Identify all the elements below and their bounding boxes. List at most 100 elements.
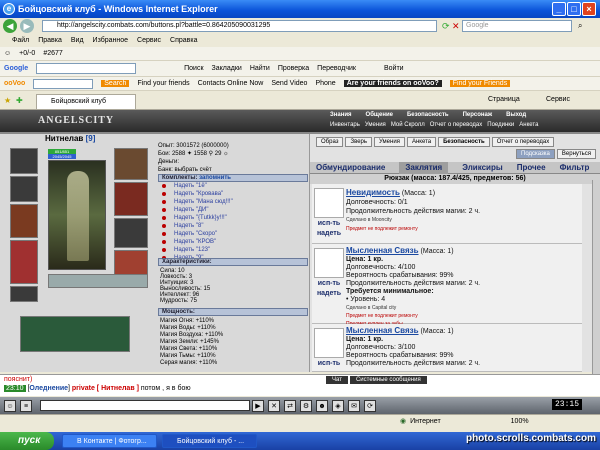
search-input[interactable]: Google (462, 20, 572, 32)
menu-tools[interactable]: Сервис (137, 37, 161, 44)
helmet-slot[interactable] (10, 148, 38, 174)
chat-sender[interactable]: Оледнение (29, 385, 68, 392)
tab-chat[interactable]: Чат (326, 376, 348, 384)
set-item[interactable]: Надеть "8" (158, 222, 308, 230)
nav-transfer-report[interactable]: Отчет о переводах (430, 122, 483, 128)
security-button[interactable]: Безопасность (438, 137, 490, 147)
google-toolbar-input[interactable] (36, 63, 137, 74)
back-icon[interactable]: ◀ (3, 19, 17, 33)
nav-character[interactable]: Персонаж (463, 112, 493, 118)
start-button[interactable]: пуск (0, 432, 54, 450)
ring-slot[interactable] (114, 218, 148, 248)
close-button[interactable]: × (582, 2, 596, 16)
set-item[interactable]: Надеть "Мана сюд!!!" (158, 198, 308, 206)
tab-other[interactable]: Прочее (517, 162, 546, 174)
menu-favorites[interactable]: Избранное (93, 37, 128, 44)
stop-icon[interactable]: ✕ (452, 21, 460, 32)
skills-button[interactable]: Умения (374, 137, 405, 147)
nav-security[interactable]: Безопасность (407, 112, 449, 118)
wear-link[interactable]: надеть (312, 230, 346, 237)
oovoo-search-button[interactable]: Search (101, 80, 130, 87)
signin-button[interactable]: Войти (384, 65, 404, 72)
use-link[interactable]: исп-ть (312, 280, 346, 287)
filter-icon[interactable]: ≡ (20, 399, 32, 412)
use-link[interactable]: исп-ть (312, 220, 346, 227)
image-button[interactable]: Образ (316, 137, 344, 147)
set-item[interactable]: Надеть "{Тutkk}у!!!" (158, 214, 308, 222)
bank-text[interactable]: Банк: выбрать счёт (158, 166, 229, 174)
save-set-link[interactable]: запомнить (199, 175, 231, 181)
nav-profile[interactable]: Анкета (519, 122, 538, 128)
refresh-icon[interactable]: ⟳ (442, 21, 450, 32)
rune-slots[interactable] (48, 274, 148, 288)
find-friends-link[interactable]: Find your friends (137, 80, 189, 87)
forward-icon[interactable]: ▶ (20, 19, 34, 33)
scroll-icon[interactable]: ✉ (348, 399, 360, 412)
item-name[interactable]: Мысленная Связь (346, 326, 419, 335)
tab-system-messages[interactable]: Системные сообщения (349, 376, 427, 384)
tab-fight-club[interactable]: Бойцовский клуб (36, 94, 136, 109)
trade-icon[interactable]: ⇄ (284, 399, 296, 412)
smile-icon[interactable]: ☺ (4, 399, 16, 412)
bookmarks-button[interactable]: Закладки (212, 65, 242, 72)
weapon-slot[interactable] (10, 204, 38, 238)
maximize-button[interactable]: □ (567, 2, 581, 16)
add-favorites-icon[interactable]: ✚ (16, 96, 23, 105)
rating-icon[interactable]: ☺ (4, 50, 11, 57)
check-button[interactable]: Проверка (278, 65, 309, 72)
refresh-chat-icon[interactable]: ⟳ (364, 399, 376, 412)
nav-inventory[interactable]: Инвентарь (330, 122, 360, 128)
send-video-link[interactable]: Send Video (271, 80, 307, 87)
earring-slot[interactable] (10, 176, 38, 202)
nav-scroll[interactable]: Мой Скролл (391, 122, 425, 128)
find-button[interactable]: Найти (250, 65, 270, 72)
translate-button[interactable]: Переводчик (317, 65, 356, 72)
menu-view[interactable]: Вид (71, 37, 84, 44)
url-input[interactable]: http://angelscity.combats.com/buttons.pl… (42, 20, 437, 32)
page-menu[interactable]: Страница (488, 96, 520, 103)
chat-input[interactable] (40, 400, 250, 411)
stats-header[interactable]: Характеристики: (158, 258, 308, 266)
find-friends-button[interactable]: Find your Friends (449, 80, 511, 87)
users-icon[interactable]: ☻ (316, 399, 328, 412)
set-item[interactable]: Надеть "ДИ" (158, 206, 308, 214)
set-item[interactable]: Надеть "Кровава" (158, 190, 308, 198)
task-fight-club[interactable]: Бойцовский клуб - ... (162, 434, 257, 448)
return-button[interactable]: Вернуться (556, 149, 597, 159)
profile-button[interactable]: Анкета (406, 137, 437, 147)
spell-slots[interactable] (20, 316, 130, 352)
zoom-level[interactable]: 100% (511, 415, 529, 429)
use-link[interactable]: исп-ть (312, 360, 346, 367)
hint-button[interactable]: Подсказка (516, 149, 555, 159)
set-item[interactable]: Надеть "КРОВ" (158, 238, 308, 246)
nav-skills[interactable]: Умения (365, 122, 386, 128)
armor-slot[interactable] (10, 240, 38, 284)
gloves-slot[interactable] (114, 148, 148, 180)
nav-fights[interactable]: Поединки (487, 122, 514, 128)
tab-filter[interactable]: Фильтр (560, 162, 590, 174)
nav-exit[interactable]: Выход (506, 112, 526, 118)
nav-communication[interactable]: Общение (366, 112, 393, 118)
pet-button[interactable]: Зверь (345, 137, 373, 147)
power-header[interactable]: Мощность: (158, 308, 308, 316)
search-icon[interactable]: ⌕ (578, 21, 582, 31)
item-name[interactable]: Мысленная Связь (346, 246, 419, 255)
tab-elixirs[interactable]: Эликсиры (462, 162, 502, 174)
tab-spells[interactable]: Заклятия (399, 161, 449, 174)
minimize-button[interactable]: _ (552, 2, 566, 16)
task-vkontakte[interactable]: В Контакте | Фотогр... (62, 434, 157, 448)
map-icon[interactable]: ◈ (332, 399, 344, 412)
settings-icon[interactable]: ⚙ (300, 399, 312, 412)
favorites-star-icon[interactable]: ★ (4, 96, 11, 105)
set-item[interactable]: Надеть "1ё" (158, 182, 308, 190)
wear-link[interactable]: надеть (312, 290, 346, 297)
send-icon[interactable]: ▶ (252, 399, 264, 412)
phone-link[interactable]: Phone (315, 80, 335, 87)
belt-slot[interactable] (10, 286, 38, 302)
clear-icon[interactable]: ✕ (268, 399, 280, 412)
menu-edit[interactable]: Правка (38, 37, 62, 44)
tools-menu[interactable]: Сервис (546, 96, 570, 103)
nav-knowledge[interactable]: Знания (330, 112, 352, 118)
menu-file[interactable]: Файл (12, 37, 29, 44)
google-search-button[interactable]: Поиск (184, 65, 203, 72)
